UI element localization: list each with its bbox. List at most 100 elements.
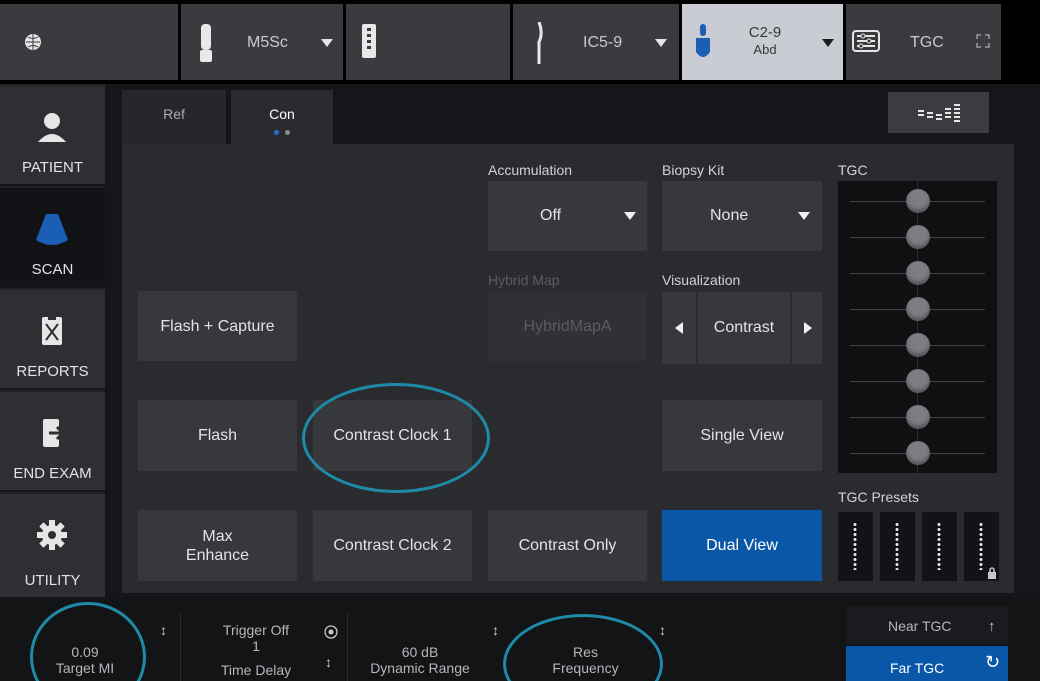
chevron-left-icon (675, 322, 683, 334)
dual-view-button[interactable]: Dual View (662, 510, 822, 581)
biopsy-kit-value: None (710, 207, 749, 224)
contrast-only-button[interactable]: Contrast Only (488, 510, 647, 581)
flash-capture-button[interactable]: Flash + Capture (138, 291, 297, 361)
flash-button[interactable]: Flash (138, 400, 297, 471)
tgc-presets-label: TGC Presets (838, 489, 919, 505)
probe-c2-9-label: C2-9 Abd (740, 24, 790, 58)
max-enhance-button[interactable]: Max Enhance (138, 510, 297, 581)
patient-icon (38, 113, 66, 142)
far-tgc-label: Far TGC (890, 660, 945, 676)
chevron-down-icon (655, 39, 667, 47)
contrast-clock-1-button[interactable]: Contrast Clock 1 (313, 400, 472, 471)
tgc-slider[interactable] (838, 363, 997, 399)
up-down-arrow-icon: ↕ (325, 654, 332, 670)
tgc-toolbar-button[interactable]: TGC (846, 4, 1001, 80)
dynamic-range-value: 60 dB (401, 644, 439, 660)
visualization-next-button[interactable] (790, 292, 822, 364)
tab-ref-label: Ref (163, 106, 185, 122)
probe-c2-9-preset: Abd (753, 42, 777, 57)
tgc-preset-dots (937, 522, 941, 570)
probe-ic5-9-label: IC5-9 (583, 34, 623, 51)
tgc-knob[interactable] (906, 405, 930, 429)
tgc-preset-2[interactable] (880, 512, 915, 581)
tgc-curve-icon (918, 104, 960, 122)
visualization-stepper: Contrast (662, 292, 822, 364)
tgc-slider[interactable] (838, 327, 997, 363)
tgc-knob[interactable] (906, 369, 930, 393)
target-mi-value: 0.09 (71, 644, 99, 660)
tab-con[interactable]: Con (231, 90, 333, 144)
frequency-value: Res (573, 644, 598, 660)
tgc-knob[interactable] (906, 189, 930, 213)
visualization-prev-button[interactable] (662, 292, 698, 364)
tab-ref[interactable]: Ref (122, 90, 226, 144)
hybrid-map-button: HybridMapA (488, 291, 647, 361)
tgc-knob[interactable] (906, 261, 930, 285)
tgc-knob[interactable] (906, 441, 930, 465)
nav-item-label: PATIENT (21, 159, 84, 176)
arrow-up-icon: ↑ (988, 618, 996, 635)
tgc-slider[interactable] (838, 435, 997, 471)
biopsy-kit-dropdown[interactable]: None (662, 181, 822, 251)
visualization-value: Contrast (713, 319, 775, 336)
tgc-preset-4[interactable] (964, 512, 999, 581)
chevron-down-icon (624, 212, 636, 220)
far-tgc-button[interactable]: Far TGC ↻ (846, 646, 1008, 681)
nav-item-scan[interactable]: SCAN (0, 188, 105, 288)
up-down-arrow-icon: ↕ (492, 622, 499, 638)
tgc-knob[interactable] (906, 333, 930, 357)
chevron-down-icon (822, 39, 834, 47)
time-delay-value: 1 (252, 638, 260, 654)
bottom-separator (347, 612, 348, 681)
tgc-slider[interactable] (838, 255, 997, 291)
tgc-slider-panel (838, 181, 997, 473)
hybrid-map-label: Hybrid Map (488, 272, 560, 288)
tgc-slider[interactable] (838, 183, 997, 219)
tgc-label: TGC (838, 162, 868, 178)
contrast-clock-2-button[interactable]: Contrast Clock 2 (313, 510, 472, 581)
probe-ic5-9[interactable]: IC5-9 (513, 4, 679, 80)
dynamic-range-control[interactable]: 60 dB Dynamic Range (355, 644, 485, 676)
refresh-icon: ↻ (985, 652, 1001, 672)
nav-item-patient[interactable]: PATIENT (0, 86, 105, 186)
nav-item-label: SCAN (31, 261, 74, 278)
tgc-slider[interactable] (838, 219, 997, 255)
tgc-preset-3[interactable] (922, 512, 957, 581)
tgc-mode-button[interactable] (888, 92, 989, 133)
home-button[interactable] (0, 4, 178, 80)
near-tgc-label: Near TGC (888, 618, 952, 634)
chevron-down-icon (321, 39, 333, 47)
tgc-slider[interactable] (838, 399, 997, 435)
frequency-label: Frequency (552, 660, 619, 676)
page-dot-active (274, 130, 279, 135)
nav-item-label: UTILITY (24, 572, 81, 589)
probe-bar: M5Sc IC5-9 C2-9 Abd TGC (0, 0, 1040, 84)
probe-ic5-9-icon (537, 22, 543, 64)
tgc-slider[interactable] (838, 291, 997, 327)
nav-item-reports[interactable]: REPORTS (0, 290, 105, 390)
up-down-arrow-icon: ↕ (659, 622, 666, 638)
frequency-control[interactable]: Res Frequency (518, 644, 653, 676)
target-mi-control[interactable]: 0.09 Target MI (30, 644, 140, 676)
nav-item-utility[interactable]: UTILITY (0, 494, 105, 597)
accumulation-value: Off (540, 207, 562, 224)
nav-item-end-exam[interactable]: END EXAM (0, 392, 105, 492)
near-tgc-button[interactable]: Near TGC ↑ (846, 606, 1008, 644)
expand-icon[interactable] (976, 34, 990, 48)
single-view-button[interactable]: Single View (662, 400, 822, 471)
gear-icon (37, 520, 67, 550)
tgc-panel-icon (852, 30, 880, 52)
probe-m5sc-icon (200, 24, 212, 62)
trigger-time-delay-control[interactable]: Trigger Off 1 Time Delay (196, 622, 316, 678)
reports-icon (42, 315, 62, 345)
accumulation-dropdown[interactable]: Off (488, 181, 647, 251)
probe-c2-9-icon (696, 24, 710, 57)
tgc-preset-dots (853, 522, 857, 570)
probe-empty-slot[interactable] (346, 4, 510, 80)
tgc-knob[interactable] (906, 225, 930, 249)
tgc-knob[interactable] (906, 297, 930, 321)
probe-m5sc[interactable]: M5Sc (181, 4, 343, 80)
tgc-preset-1[interactable] (838, 512, 873, 581)
probe-c2-9[interactable]: C2-9 Abd (682, 4, 843, 80)
radio-target-icon[interactable] (324, 625, 338, 639)
